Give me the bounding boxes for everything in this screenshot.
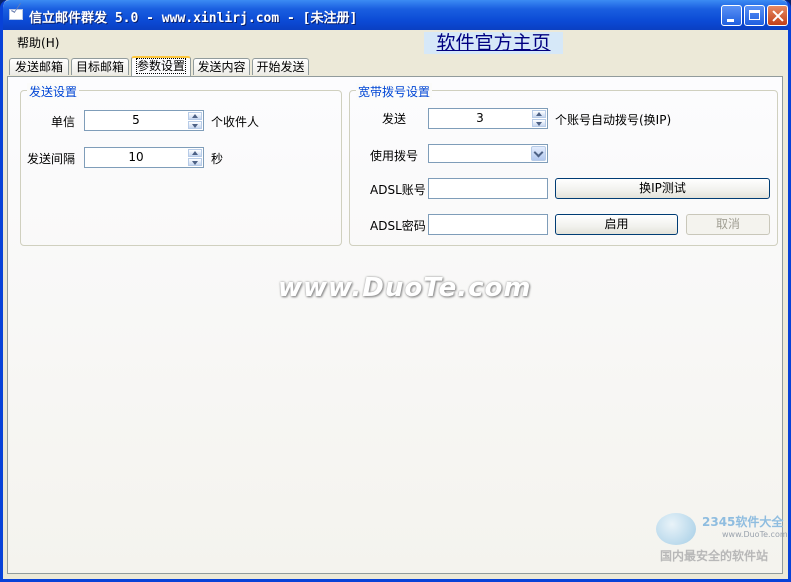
- app-window: 信立邮件群发 5.0 - www.xinlirj.com - [未注册] 帮助(…: [0, 0, 791, 582]
- change-ip-test-button[interactable]: 换IP测试: [555, 178, 770, 199]
- tab-start-sending[interactable]: 开始发送: [252, 58, 309, 75]
- window-title: 信立邮件群发 5.0 - www.xinlirj.com - [未注册]: [29, 11, 358, 26]
- cancel-button: 取消: [686, 214, 770, 235]
- tab-target-mailbox[interactable]: 目标邮箱: [71, 58, 129, 75]
- tab-send-content-label: 发送内容: [197, 60, 246, 74]
- mascot-icon: [656, 513, 696, 545]
- tab-send-mailbox-label: 发送邮箱: [14, 60, 63, 74]
- spin-up-icon[interactable]: [188, 149, 202, 157]
- tab-parameters[interactable]: 参数设置: [131, 56, 191, 76]
- send-interval-value: 10: [128, 150, 144, 164]
- tab-parameters-label: 参数设置: [135, 58, 187, 74]
- dialup-settings-title: 宽带拨号设置: [356, 83, 433, 100]
- menu-help[interactable]: 帮助(H): [17, 34, 59, 51]
- single-recipients-value: 5: [132, 113, 140, 127]
- duote-watermark: www.DuoTe.com: [278, 273, 532, 303]
- mail-icon: [9, 9, 23, 20]
- adsl-account-label: ADSL账号: [370, 183, 426, 197]
- minimize-button[interactable]: [721, 5, 742, 26]
- dialup-accounts-value: 3: [476, 111, 484, 125]
- tab-send-content[interactable]: 发送内容: [193, 58, 250, 75]
- tab-panel-parameters: 发送设置 单信 5 个收件人 发送间隔 10 秒 宽带拨号设置 发送 3 个账号…: [7, 76, 788, 574]
- single-label: 单信: [51, 115, 76, 129]
- title-bar[interactable]: 信立邮件群发 5.0 - www.xinlirj.com - [未注册]: [3, 0, 788, 30]
- adsl-account-input[interactable]: [428, 178, 548, 199]
- logo-brand: 2345软件大全: [702, 515, 784, 529]
- send-settings-title: 发送设置: [27, 83, 80, 100]
- enable-button[interactable]: 启用: [555, 214, 678, 235]
- menu-bar: 帮助(H): [3, 30, 788, 52]
- single-recipients-stepper[interactable]: 5: [84, 110, 204, 131]
- tab-send-mailbox[interactable]: 发送邮箱: [9, 58, 69, 75]
- minimize-icon: [727, 19, 734, 22]
- dialup-accounts-stepper[interactable]: 3: [428, 108, 548, 129]
- use-dialup-label: 使用拨号: [370, 149, 419, 163]
- interval-unit: 秒: [211, 152, 224, 166]
- spin-down-icon[interactable]: [532, 119, 546, 127]
- menu-help-label: 帮助: [17, 36, 42, 50]
- close-button[interactable]: [767, 5, 788, 26]
- adsl-password-input[interactable]: [428, 214, 548, 235]
- send-settings-group: 发送设置 单信 5 个收件人 发送间隔 10 秒: [20, 83, 342, 246]
- tab-target-mailbox-label: 目标邮箱: [75, 60, 124, 74]
- interval-label: 发送间隔: [27, 152, 76, 166]
- chevron-down-icon[interactable]: [531, 146, 546, 161]
- adsl-password-label: ADSL密码: [370, 219, 426, 233]
- maximize-icon: [749, 10, 760, 20]
- tab-start-sending-label: 开始发送: [256, 60, 305, 74]
- use-dialup-select[interactable]: [428, 144, 548, 163]
- single-unit: 个收件人: [211, 115, 260, 129]
- spin-down-icon[interactable]: [188, 158, 202, 166]
- dialup-settings-group: 宽带拨号设置 发送 3 个账号自动拨号(换IP) 使用拨号 ADSL账号 换IP…: [349, 83, 778, 246]
- spin-up-icon[interactable]: [532, 110, 546, 118]
- send-label: 发送: [382, 112, 407, 126]
- maximize-button[interactable]: [744, 5, 765, 26]
- menu-help-accelerator: (H): [41, 36, 60, 50]
- spin-up-icon[interactable]: [188, 112, 202, 120]
- logo-url: www.DuoTe.com: [722, 530, 788, 539]
- official-homepage-link[interactable]: 软件官方主页: [424, 32, 563, 54]
- send-unit: 个账号自动拨号(换IP): [555, 113, 672, 127]
- corner-logo: 2345软件大全 www.DuoTe.com 国内最安全的软件站: [650, 507, 788, 575]
- logo-slogan: 国内最安全的软件站: [660, 549, 769, 563]
- spin-down-icon[interactable]: [188, 121, 202, 129]
- send-interval-stepper[interactable]: 10: [84, 147, 204, 168]
